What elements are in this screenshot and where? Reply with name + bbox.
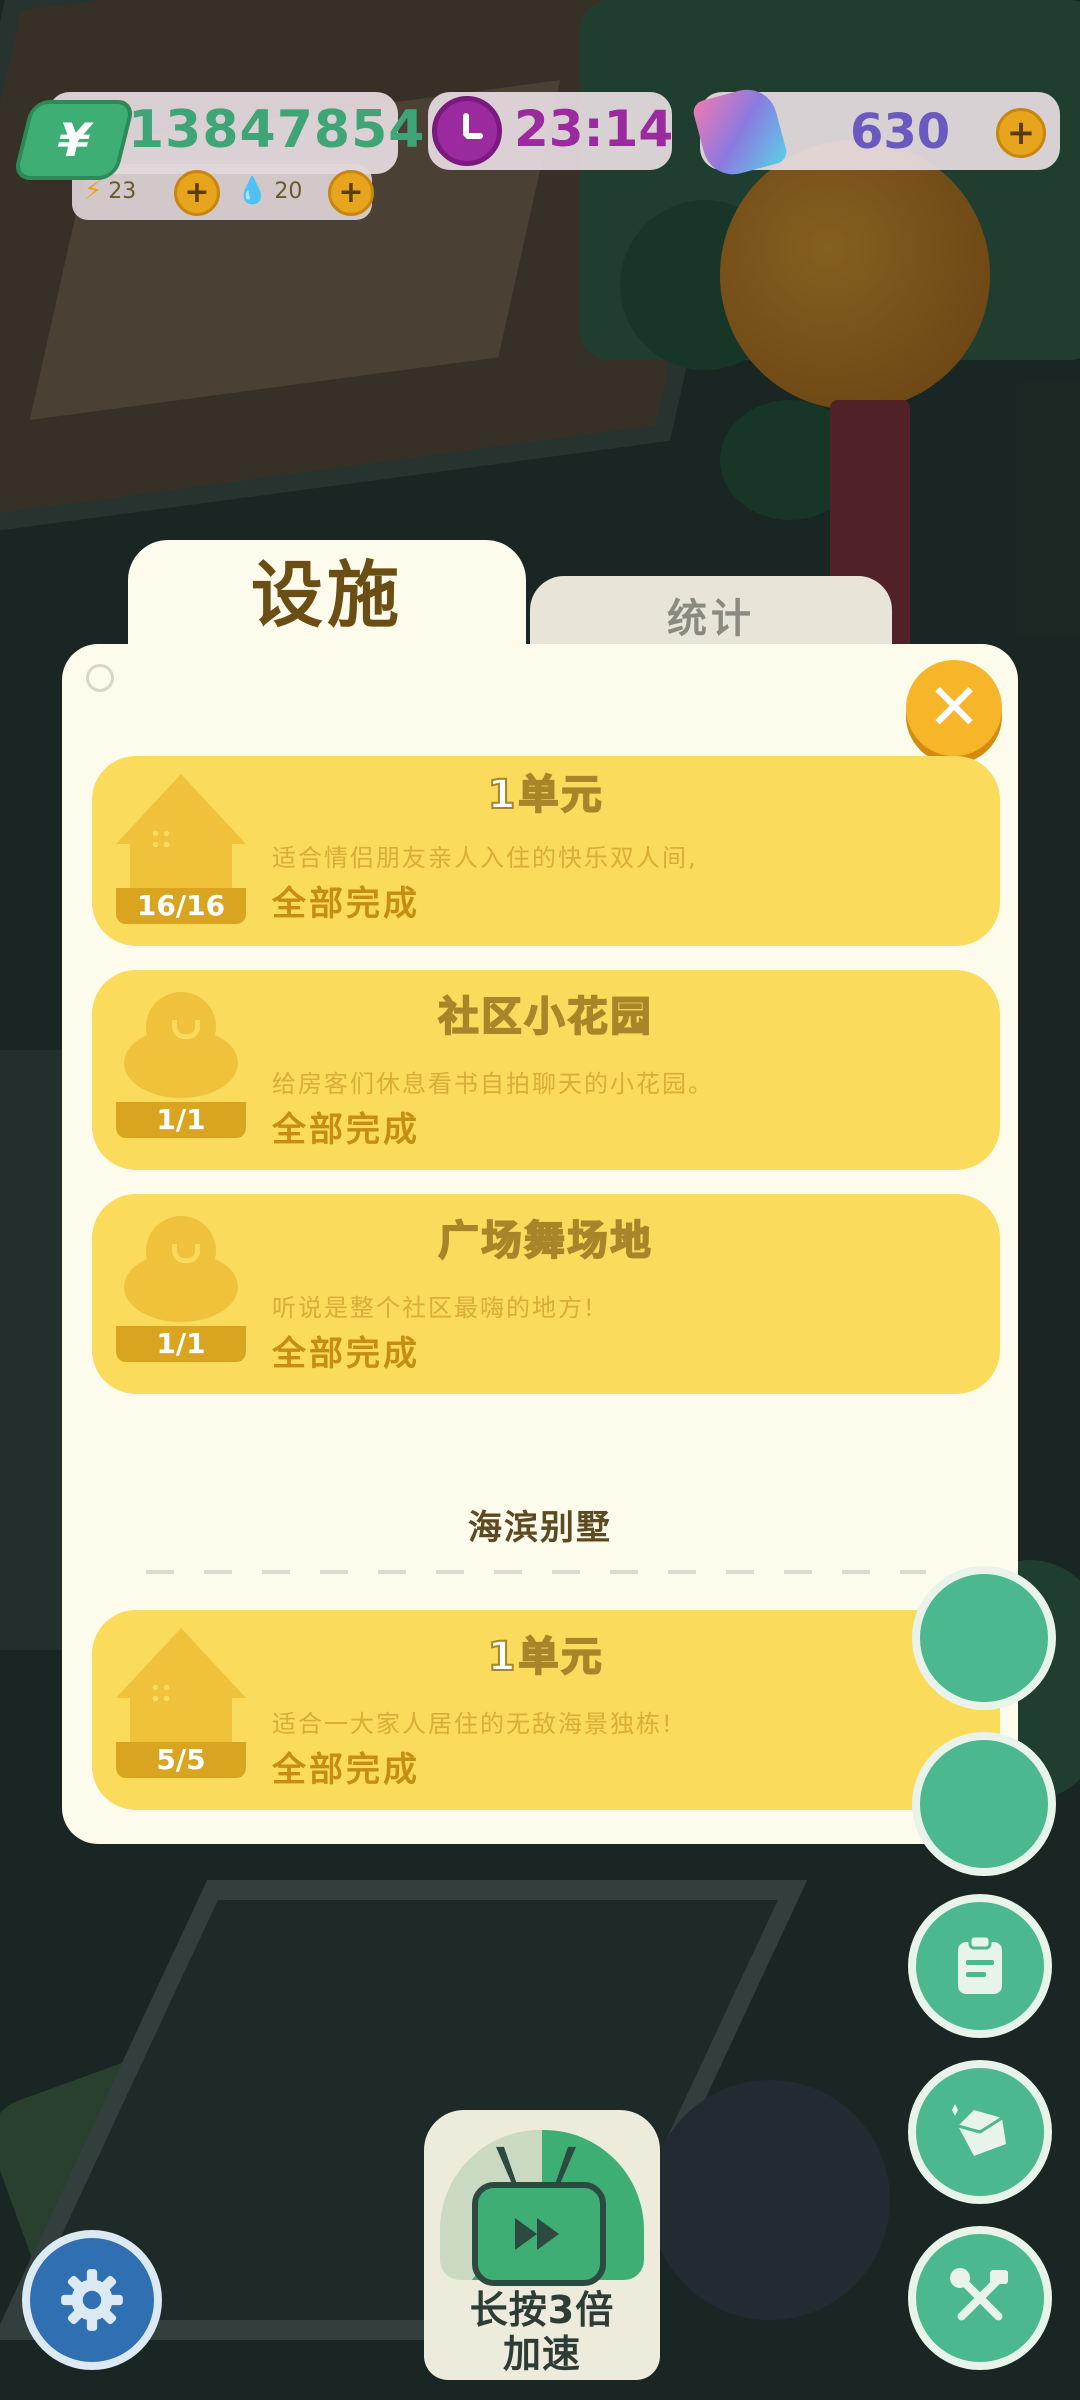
facility-status: 全部完成 xyxy=(272,1334,420,1374)
lightning-icon: ⚡ xyxy=(84,176,103,206)
tools-icon xyxy=(950,2268,1008,2321)
water-drop-icon: 💧 xyxy=(236,176,269,206)
facility-card[interactable]: 1单元 16/16 适合情侣朋友亲人入住的快乐双人间, 全部完成 xyxy=(92,756,1000,946)
add-gems-button[interactable]: + xyxy=(996,108,1046,158)
build-tools-button[interactable] xyxy=(908,2226,1052,2370)
task-list-button[interactable] xyxy=(908,1894,1052,2038)
tab-statistics-label[interactable]: 统计 xyxy=(530,586,892,644)
settings-button[interactable] xyxy=(22,2230,162,2370)
clipboard-icon xyxy=(958,1934,1002,1994)
money-amount: 13847854 xyxy=(128,100,426,160)
tree-icon: 1/1 xyxy=(116,988,246,1138)
facility-status: 全部完成 xyxy=(272,1110,420,1150)
facility-card[interactable]: 1单元 5/5 适合一大家人居住的无敌海景独栋! 全部完成 xyxy=(92,1610,1000,1810)
water-stat: 💧 20 xyxy=(236,176,302,206)
house-icon: 16/16 xyxy=(116,774,246,924)
facility-description: 给房客们休息看书自拍聊天的小花园。 xyxy=(272,1070,714,1098)
close-button[interactable]: ✕ xyxy=(906,660,1002,756)
facility-description: 适合情侣朋友亲人入住的快乐双人间, xyxy=(272,844,698,872)
gear-icon xyxy=(61,2269,123,2331)
gem-amount: 630 xyxy=(850,104,951,160)
tree-icon: 1/1 xyxy=(116,1212,246,1362)
side-button[interactable] xyxy=(912,1732,1056,1876)
tab-facilities-label[interactable]: 设施 xyxy=(128,536,526,641)
money-icon: ¥ xyxy=(12,100,136,180)
facility-status: 全部完成 xyxy=(272,884,420,924)
speed-up-label: 长按3倍 加速 xyxy=(469,2288,615,2376)
section-title: 海滨别墅 xyxy=(468,1508,612,1548)
water-amount: 20 xyxy=(274,178,303,204)
house-icon: 5/5 xyxy=(116,1628,246,1778)
energy-amount: 23 xyxy=(108,178,137,204)
facility-count: 1/1 xyxy=(116,1326,246,1362)
facility-description: 适合一大家人居住的无敌海景独栋! xyxy=(272,1710,674,1738)
facility-count: 1/1 xyxy=(116,1102,246,1138)
facility-count: 16/16 xyxy=(116,888,246,924)
diamond-shop-button[interactable] xyxy=(908,2060,1052,2204)
facility-count: 5/5 xyxy=(116,1742,246,1778)
clock-icon xyxy=(432,96,502,166)
facility-description: 听说是整个社区最嗨的地方! xyxy=(272,1294,596,1322)
diamond-icon xyxy=(952,2104,1006,2156)
tv-icon xyxy=(472,2182,606,2286)
game-time: 23:14 xyxy=(514,100,674,158)
fast-forward-icon xyxy=(515,2218,559,2250)
add-energy-button[interactable]: + xyxy=(174,170,220,216)
facility-card[interactable]: 广场舞场地 1/1 听说是整个社区最嗨的地方! 全部完成 xyxy=(92,1194,1000,1394)
energy-stat: ⚡ 23 xyxy=(84,176,136,206)
side-button[interactable] xyxy=(912,1566,1056,1710)
facility-status: 全部完成 xyxy=(272,1750,420,1790)
facility-card[interactable]: 社区小花园 1/1 给房客们休息看书自拍聊天的小花园。 全部完成 xyxy=(92,970,1000,1170)
panel-corner-dot xyxy=(86,664,114,692)
add-water-button[interactable]: + xyxy=(328,170,374,216)
section-divider xyxy=(146,1570,926,1574)
